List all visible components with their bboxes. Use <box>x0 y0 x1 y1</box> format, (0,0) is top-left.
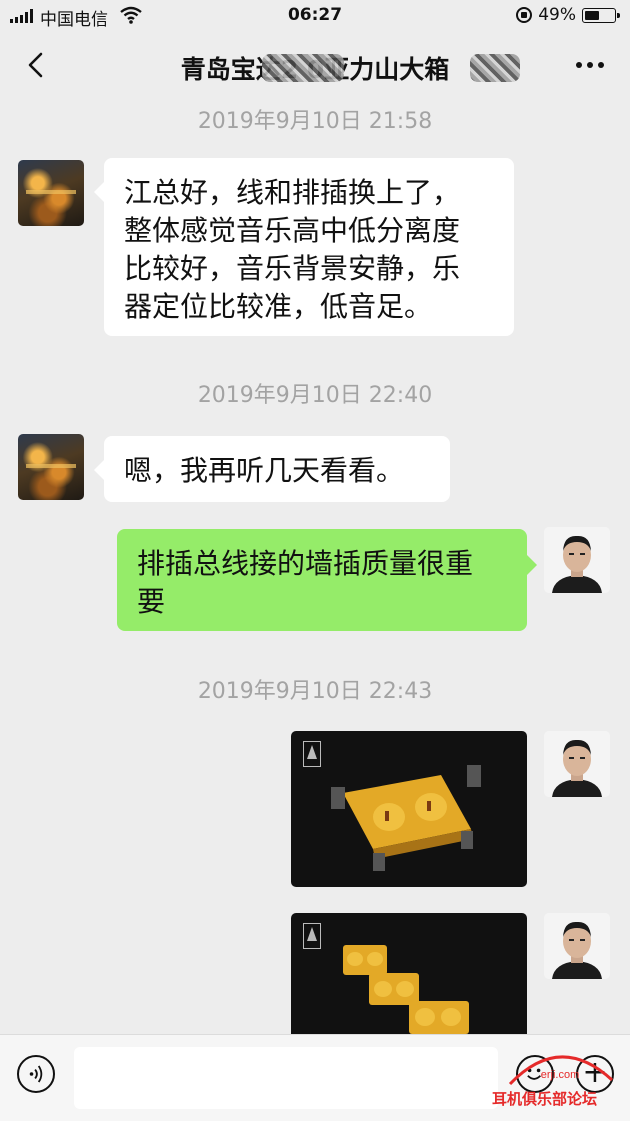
rotation-lock-icon <box>516 7 533 23</box>
message-input[interactable] <box>74 1047 498 1109</box>
message-timestamp: 2019年9月10日 22:40 <box>197 383 433 408</box>
battery-status: 49% <box>516 5 620 25</box>
outlet-photo-message[interactable] <box>291 731 527 887</box>
redaction-mask <box>262 54 344 82</box>
self-avatar[interactable] <box>544 913 610 979</box>
voice-icon[interactable] <box>17 1055 55 1093</box>
chat-header: 青岛宝达2 0亚力山大箱 <box>0 32 630 98</box>
self-avatar[interactable] <box>544 527 610 593</box>
message-line: 要 <box>137 585 166 618</box>
outlet-photo-message[interactable] <box>291 913 527 1034</box>
contact-avatar[interactable] <box>18 434 84 500</box>
incoming-message[interactable]: 嗯，我再听几天看看。 <box>94 436 450 502</box>
status-bar: 中国电信 06:27 49% <box>0 0 630 32</box>
contact-avatar[interactable] <box>18 160 84 226</box>
chevron-left-icon[interactable] <box>22 50 52 80</box>
watermark-logo: erji.com <box>508 1055 614 1086</box>
more-dots-icon[interactable] <box>576 62 604 68</box>
outlet-image <box>331 765 481 871</box>
message-line: 器定位比较准，低音足。 <box>124 290 433 323</box>
message-line: 整体感觉音乐高中低分离度 <box>124 214 461 247</box>
outlet-image <box>343 945 469 1034</box>
brand-logo-icon <box>303 741 321 767</box>
battery-icon <box>582 7 620 23</box>
message-timestamp: 2019年9月10日 22:43 <box>197 679 433 704</box>
brand-logo-icon <box>303 923 321 949</box>
outgoing-message[interactable]: 排插总线接的墙插质量很重 要 <box>117 529 537 631</box>
watermark-text: 耳机俱乐部论坛 <box>492 1090 598 1108</box>
message-line: 比较好，音乐背景安静，乐 <box>124 252 461 285</box>
redaction-mask <box>470 54 520 82</box>
watermark-logo-text: erji.com <box>541 1069 580 1081</box>
message-line: 江总好，线和排插换上了， <box>124 176 461 209</box>
self-avatar[interactable] <box>544 731 610 797</box>
battery-percent: 49% <box>538 5 576 25</box>
message-timestamp: 2019年9月10日 21:58 <box>197 109 433 134</box>
incoming-message[interactable]: 江总好，线和排插换上了， 整体感觉音乐高中低分离度 比较好，音乐背景安静，乐 器… <box>94 158 514 336</box>
message-line: 嗯，我再听几天看看。 <box>124 454 405 487</box>
message-line: 排插总线接的墙插质量很重 <box>137 547 474 580</box>
